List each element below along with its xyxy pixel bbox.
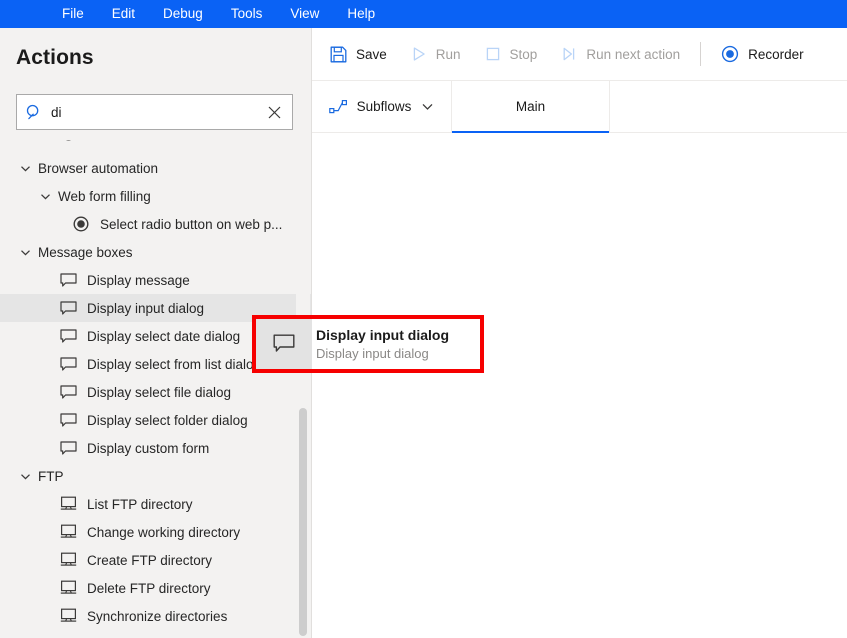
drag-preview-display-input-dialog[interactable]: Display input dialog Display input dialo… [252,315,484,373]
tree-item-label: Display custom form [87,440,210,456]
chevron-down-icon [18,161,32,175]
tree-item-display-custom-form[interactable]: Display custom form [0,434,311,462]
main-toolbar: Save Run Stop Run next action Recorder [312,28,847,81]
tab-main-label: Main [515,99,546,114]
radio-button-icon [70,216,92,232]
save-label: Save [356,46,387,62]
menu-edit[interactable]: Edit [98,0,149,28]
tree-item-delete-ftp-directory[interactable]: Delete FTP directory [0,574,311,602]
search-box[interactable] [16,94,293,130]
stop-icon [485,46,501,62]
drag-preview-title: Display input dialog [316,326,450,343]
message-box-icon [57,412,79,428]
chevron-down-icon [18,245,32,259]
chevron-down-icon [18,469,32,483]
recorder-button[interactable]: Recorder [709,36,816,72]
run-label: Run [435,46,461,62]
tree-item-label: Display input dialog [87,300,205,316]
play-icon [411,46,427,62]
menu-debug[interactable]: Debug [149,0,217,28]
tree-item-label: Create FTP directory [87,552,213,568]
tree-item-change-working-directory[interactable]: Change working directory [0,518,311,546]
tabs-row: Subflows Main [312,81,847,133]
tree-item-label: List FTP directory [87,496,193,512]
message-box-icon [57,272,79,288]
tree-item-display-message[interactable]: Display message [0,266,311,294]
tree-item-label: Delete FTP directory [87,580,211,596]
tree-item-select-radio-button-on-web-page[interactable]: Select radio button on web p... [0,210,311,238]
monitor-icon [57,496,79,512]
run-next-action-label: Run next action [586,46,681,62]
tree-item-label: Display select file dialog [87,384,232,400]
subflows-icon [328,99,348,115]
monitor-icon [57,580,79,596]
subflows-label: Subflows [356,99,412,114]
tree-group-label: Web form filling [58,188,151,204]
tree-item-label: Display select folder dialog [87,412,248,428]
tree-item-create-ftp-directory[interactable]: Create FTP directory [0,546,311,574]
message-box-icon [256,334,312,354]
flow-canvas[interactable] [312,133,847,638]
menu-help[interactable]: Help [333,0,389,28]
message-box-icon [57,300,79,316]
message-box-icon [57,384,79,400]
tree-group-ftp[interactable]: FTP [0,462,311,490]
menu-file[interactable]: File [48,0,98,28]
menu-view[interactable]: View [276,0,333,28]
drag-preview-text: Display input dialog Display input dialo… [312,326,449,363]
drag-preview-inner: Display input dialog Display input dialo… [256,319,480,369]
tree-item-label: Synchronize directories [87,608,228,624]
stop-label: Stop [509,46,538,62]
sidebar-scrollbar-thumb[interactable] [299,408,307,636]
menu-tools[interactable]: Tools [217,0,277,28]
tree-item-label: Change working directory [87,524,241,540]
search-input[interactable] [51,104,256,120]
application-window: File Edit Debug Tools View Help Actions [0,0,847,638]
chevron-down-icon [421,100,434,113]
radio-button-icon [57,140,79,141]
tree-group-label: Message boxes [38,244,133,260]
step-over-icon [561,46,577,62]
tree-group-label: Browser automation [38,160,159,176]
tree-item-label: Select radio button in window [87,140,263,141]
save-icon [330,46,347,63]
tree-group-web-form-filling[interactable]: Web form filling [0,182,311,210]
run-button[interactable]: Run [399,36,473,72]
message-box-icon [57,440,79,456]
message-box-icon [57,356,79,372]
tab-main[interactable]: Main [452,81,610,133]
actions-tree[interactable]: Select radio button in window Browser au… [0,140,311,638]
monitor-icon [57,608,79,624]
tree-group-label: FTP [38,468,64,484]
tree-group-browser-automation[interactable]: Browser automation [0,154,311,182]
menu-bar: File Edit Debug Tools View Help [0,0,847,28]
tree-item-display-select-folder-dialog[interactable]: Display select folder dialog [0,406,311,434]
subflows-button[interactable]: Subflows [312,81,452,132]
message-box-icon [57,328,79,344]
tree-item-select-radio-button-in-window[interactable]: Select radio button in window [0,140,311,154]
record-icon [721,45,739,63]
chevron-down-icon [38,189,52,203]
tree-group-message-boxes[interactable]: Message boxes [0,238,311,266]
tree-item-display-select-file-dialog[interactable]: Display select file dialog [0,378,311,406]
tree-item-label: Select radio button on web p... [100,216,283,232]
recorder-label: Recorder [748,46,804,62]
tree-item-label: Display message [87,272,190,288]
drag-preview-subtitle: Display input dialog [316,345,429,361]
search-icon [17,104,51,121]
monitor-icon [57,552,79,568]
sidebar-scrollbar[interactable] [296,140,310,638]
toolbar-separator [700,42,702,66]
stop-button[interactable]: Stop [473,36,550,72]
tree-item-synchronize-directories[interactable]: Synchronize directories [0,602,311,630]
actions-tree-list: Select radio button in window Browser au… [0,140,311,630]
tree-item-label: Display select date dialog [87,328,241,344]
close-icon[interactable] [256,106,292,119]
save-button[interactable]: Save [318,36,399,72]
tree-item-list-ftp-directory[interactable]: List FTP directory [0,490,311,518]
tree-item-label: Display select from list dialog [87,356,262,372]
panel-title: Actions [16,46,94,69]
run-next-action-button[interactable]: Run next action [549,36,692,72]
monitor-icon [57,524,79,540]
